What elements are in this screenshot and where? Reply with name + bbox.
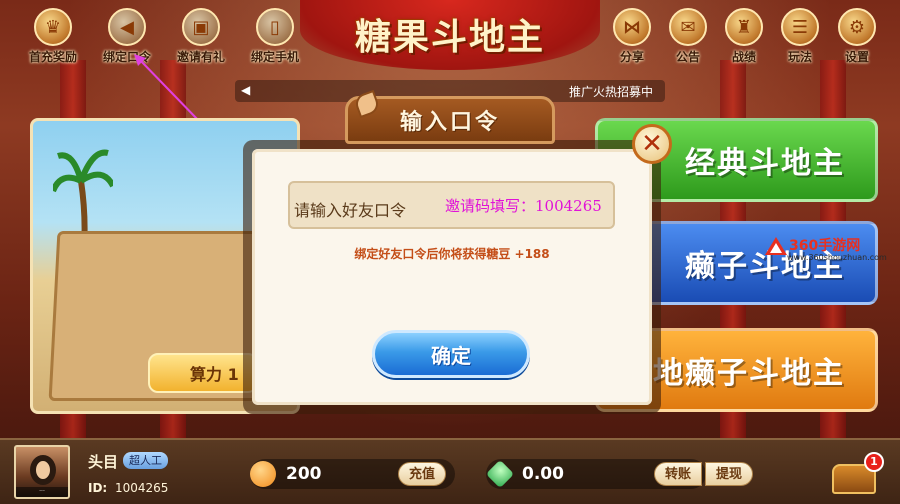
- mail-icon: ✉: [669, 8, 707, 46]
- present-icon: ▣: [182, 8, 220, 46]
- user-id-label: ID:: [88, 481, 108, 495]
- record-icon: ♜: [725, 8, 763, 46]
- candy-value: 200: [286, 464, 322, 484]
- gem-balance: 0.00 转账: [485, 459, 706, 489]
- candy-icon: [250, 461, 276, 487]
- compute-button[interactable]: 算力 1: [148, 353, 258, 393]
- transfer-button[interactable]: 转账: [654, 462, 703, 486]
- share-icon: ⋈: [613, 8, 651, 46]
- avatar-face: [30, 455, 56, 485]
- rules-icon: ☰: [781, 8, 819, 46]
- first-recharge-button[interactable]: ♛ 首充奖励: [18, 8, 88, 65]
- game-title: 糖果斗地主: [354, 17, 545, 58]
- watermark-url: www.360shouzhuan.com: [787, 253, 887, 262]
- confirm-button[interactable]: 确定: [372, 330, 530, 378]
- bind-phone-button[interactable]: ▯ 绑定手机: [240, 8, 310, 65]
- gem-icon: [485, 459, 515, 489]
- bind-phone-label: 绑定手机: [250, 50, 299, 64]
- first-recharge-label: 首充奖励: [28, 50, 77, 64]
- watermark: 360手游网 www.360shouzhuan.com: [765, 235, 887, 265]
- close-button[interactable]: ✕: [632, 124, 672, 164]
- gift-box-icon: ♛: [34, 8, 72, 46]
- notice-text: 推广火热招募中: [568, 85, 653, 99]
- settings-label: 设置: [844, 50, 869, 64]
- avatar-caption: ···: [16, 487, 68, 497]
- gear-icon: ⚙: [838, 8, 876, 46]
- close-icon: ✕: [641, 129, 663, 159]
- user-tag-badge: 超人工: [123, 452, 168, 469]
- treasure-chest-button[interactable]: 1: [830, 452, 884, 496]
- input-placeholder: 请输入好友口令: [294, 201, 407, 220]
- withdraw-button[interactable]: 提现: [705, 462, 754, 486]
- dialog-title: 输入口令: [399, 110, 500, 135]
- megaphone-icon: ◀: [108, 8, 146, 46]
- reward-hint: 绑定好友口令后你将获得糖豆 +188: [354, 247, 550, 261]
- invite-code-overlay: 邀请码填写：1004265: [445, 197, 602, 215]
- settings-button[interactable]: ⚙ 设置: [822, 8, 892, 65]
- user-name: 头目: [88, 453, 119, 471]
- candy-balance: 200 充值: [250, 459, 455, 489]
- gem-value: 0.00: [522, 464, 564, 484]
- recharge-button[interactable]: 充值: [398, 462, 447, 486]
- watermark-title: 360手游网: [789, 238, 861, 254]
- friend-code-input[interactable]: 请输入好友口令 邀请码填写：1004265: [288, 181, 615, 229]
- avatar[interactable]: ···: [14, 445, 70, 499]
- dialog-title-tab: 输入口令: [345, 89, 555, 144]
- user-id: 1004265: [115, 481, 169, 495]
- phone-icon: ▯: [256, 8, 294, 46]
- watermark-logo-icon: [765, 237, 787, 255]
- speaker-icon: ◀: [241, 83, 251, 97]
- chest-badge: 1: [864, 452, 884, 472]
